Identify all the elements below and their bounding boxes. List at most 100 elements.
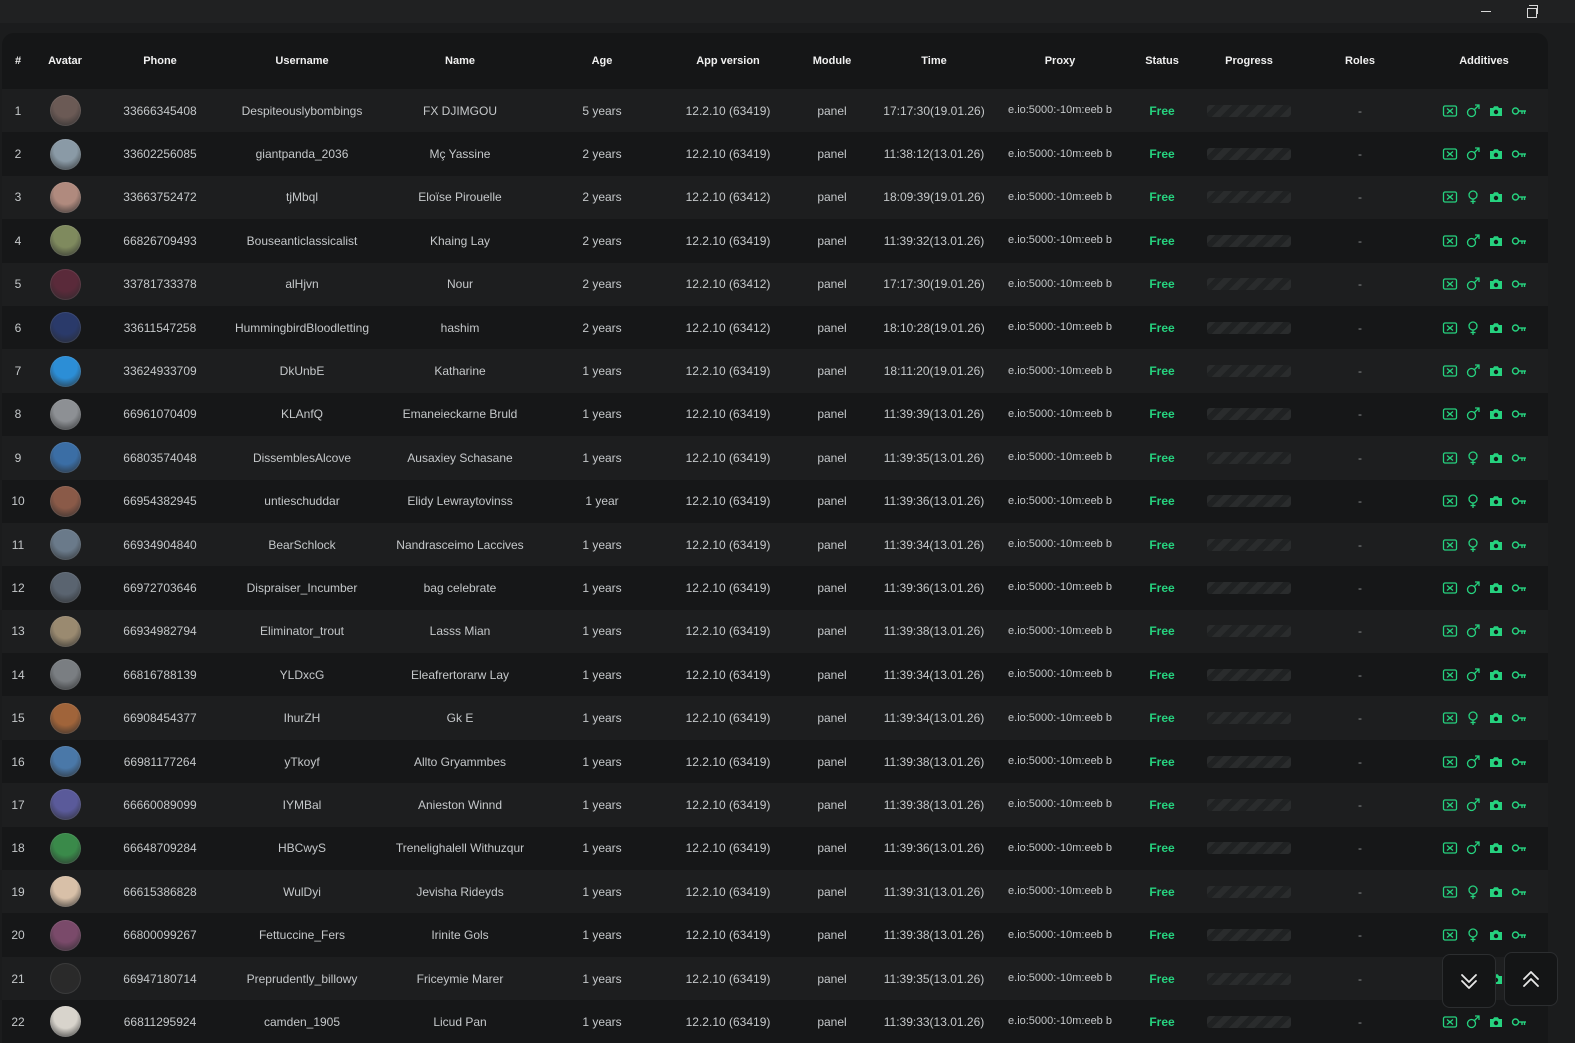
block-icon[interactable] xyxy=(1441,753,1458,770)
block-icon[interactable] xyxy=(1441,666,1458,683)
avatar[interactable] xyxy=(49,963,81,994)
camera-icon[interactable] xyxy=(1487,623,1504,640)
table-row[interactable]: 13 66934982794 Eliminator_trout Lasss Mian 1… xyxy=(2,609,1548,654)
avatar[interactable] xyxy=(49,312,81,344)
camera-icon[interactable] xyxy=(1487,146,1504,163)
table-row[interactable]: 16 66981177264 yTkoyf Allto Gryammbes 1 year… xyxy=(2,739,1548,784)
header-additives[interactable]: Additives xyxy=(1422,55,1546,67)
camera-icon[interactable] xyxy=(1487,449,1504,466)
table-row[interactable]: 17 66660089099 IYMBal Anieston Winnd 1 years… xyxy=(2,783,1548,827)
block-icon[interactable] xyxy=(1441,276,1458,293)
avatar[interactable] xyxy=(49,355,81,387)
key-icon[interactable] xyxy=(1510,536,1527,553)
camera-icon[interactable] xyxy=(1487,363,1504,380)
avatar[interactable] xyxy=(49,485,81,517)
avatar[interactable] xyxy=(49,529,81,561)
key-icon[interactable] xyxy=(1510,883,1527,900)
avatar[interactable] xyxy=(49,572,81,604)
avatar[interactable] xyxy=(49,1006,81,1038)
block-icon[interactable] xyxy=(1441,232,1458,249)
avatar[interactable] xyxy=(49,442,81,474)
camera-icon[interactable] xyxy=(1487,493,1504,510)
table-row[interactable]: 12 66972703646 Dispraiser_Incumber bag cele… xyxy=(2,566,1548,610)
male-icon[interactable] xyxy=(1464,796,1481,813)
block-icon[interactable] xyxy=(1441,536,1458,553)
key-icon[interactable] xyxy=(1510,753,1527,770)
male-icon[interactable] xyxy=(1464,146,1481,163)
key-icon[interactable] xyxy=(1510,102,1527,119)
avatar[interactable] xyxy=(49,659,81,691)
male-icon[interactable] xyxy=(1464,363,1481,380)
camera-icon[interactable] xyxy=(1487,883,1504,900)
camera-icon[interactable] xyxy=(1487,276,1504,293)
key-icon[interactable] xyxy=(1510,579,1527,596)
camera-icon[interactable] xyxy=(1487,710,1504,727)
table-row[interactable]: 8 66961070409 KLAnfQ Emaneieckarne Bruld 1 y… xyxy=(2,392,1548,437)
minimize-button[interactable] xyxy=(1466,0,1506,23)
female-icon[interactable] xyxy=(1464,883,1481,900)
male-icon[interactable] xyxy=(1464,666,1481,683)
block-icon[interactable] xyxy=(1441,146,1458,163)
key-icon[interactable] xyxy=(1510,319,1527,336)
camera-icon[interactable] xyxy=(1487,796,1504,813)
male-icon[interactable] xyxy=(1464,840,1481,857)
female-icon[interactable] xyxy=(1464,710,1481,727)
camera-icon[interactable] xyxy=(1487,406,1504,423)
camera-icon[interactable] xyxy=(1487,232,1504,249)
key-icon[interactable] xyxy=(1510,927,1527,944)
table-row[interactable]: 15 66908454377 IhurZH Gk E 1 years 12.2.10 (6… xyxy=(2,696,1548,740)
avatar[interactable] xyxy=(49,746,81,778)
male-icon[interactable] xyxy=(1464,406,1481,423)
block-icon[interactable] xyxy=(1441,102,1458,119)
key-icon[interactable] xyxy=(1510,796,1527,813)
camera-icon[interactable] xyxy=(1487,1013,1504,1030)
avatar[interactable] xyxy=(49,615,81,647)
key-icon[interactable] xyxy=(1510,406,1527,423)
table-row[interactable]: 19 66615386828 WulDyi Jevisha Rideyds 1 year… xyxy=(2,870,1548,914)
male-icon[interactable] xyxy=(1464,753,1481,770)
avatar[interactable] xyxy=(49,95,81,127)
key-icon[interactable] xyxy=(1510,276,1527,293)
key-icon[interactable] xyxy=(1510,146,1527,163)
avatar[interactable] xyxy=(49,919,81,951)
block-icon[interactable] xyxy=(1441,840,1458,857)
table-row[interactable]: 9 66803574048 DissemblesAlcove Ausaxiey Sch… xyxy=(2,436,1548,480)
male-icon[interactable] xyxy=(1464,276,1481,293)
restore-button[interactable] xyxy=(1512,0,1552,23)
key-icon[interactable] xyxy=(1510,493,1527,510)
table-row[interactable]: 20 66800099267 Fettuccine_Fers Irinite Gols… xyxy=(2,913,1548,957)
avatar[interactable] xyxy=(49,181,81,213)
avatar[interactable] xyxy=(49,225,81,257)
block-icon[interactable] xyxy=(1441,449,1458,466)
camera-icon[interactable] xyxy=(1487,666,1504,683)
female-icon[interactable] xyxy=(1464,493,1481,510)
key-icon[interactable] xyxy=(1510,363,1527,380)
header-module[interactable]: Module xyxy=(792,55,872,67)
key-icon[interactable] xyxy=(1510,1013,1527,1030)
camera-icon[interactable] xyxy=(1487,319,1504,336)
block-icon[interactable] xyxy=(1441,319,1458,336)
table-row[interactable]: 10 66954382945 untieschuddar Elidy Lewrayto… xyxy=(2,479,1548,523)
header-name[interactable]: Name xyxy=(380,55,540,67)
male-icon[interactable] xyxy=(1464,579,1481,596)
camera-icon[interactable] xyxy=(1487,840,1504,857)
camera-icon[interactable] xyxy=(1487,536,1504,553)
table-row[interactable]: 11 66934904840 BearSchlock Nandrasceimo Lac… xyxy=(2,522,1548,567)
block-icon[interactable] xyxy=(1441,710,1458,727)
avatar[interactable] xyxy=(49,138,81,170)
table-row[interactable]: 1 33666345408 Despiteouslybombings FX DJIMG… xyxy=(2,89,1548,133)
table-row[interactable]: 6 33611547258 HummingbirdBloodletting hashi… xyxy=(2,305,1548,350)
header-username[interactable]: Username xyxy=(224,55,380,67)
header-age[interactable]: Age xyxy=(540,55,664,67)
female-icon[interactable] xyxy=(1464,536,1481,553)
camera-icon[interactable] xyxy=(1487,579,1504,596)
table-row[interactable]: 2 33602256085 giantpanda_2036 Mç Yassine 2 y… xyxy=(2,132,1548,176)
header-status[interactable]: Status xyxy=(1124,55,1200,67)
header-num[interactable]: # xyxy=(2,55,34,67)
key-icon[interactable] xyxy=(1510,710,1527,727)
avatar[interactable] xyxy=(49,789,81,821)
header-avatar[interactable]: Avatar xyxy=(34,55,96,67)
header-phone[interactable]: Phone xyxy=(96,55,224,67)
header-proxy[interactable]: Proxy xyxy=(996,55,1124,68)
block-icon[interactable] xyxy=(1441,493,1458,510)
